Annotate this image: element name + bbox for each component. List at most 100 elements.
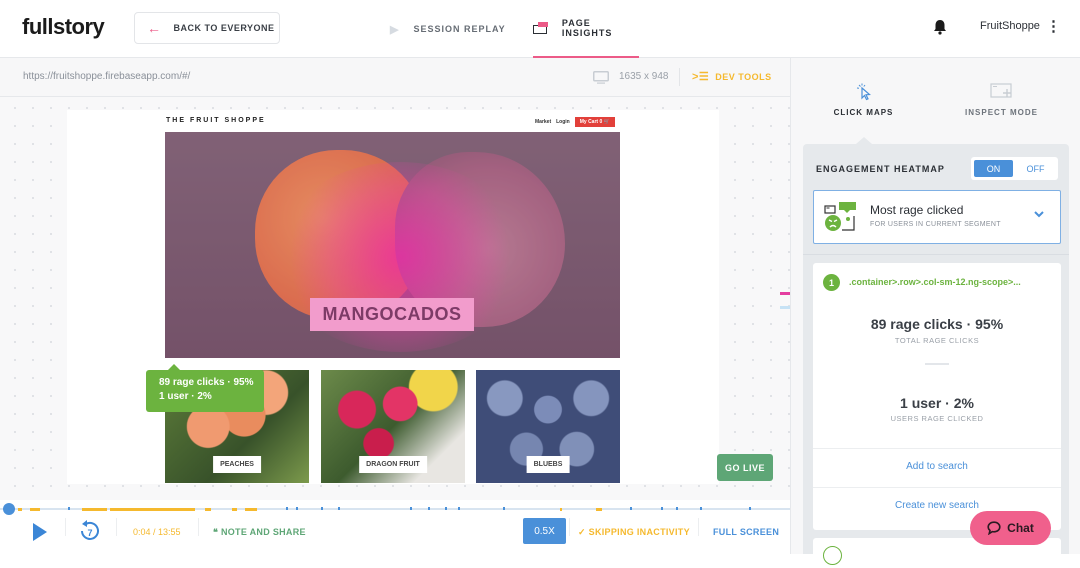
check-icon: ✓ [578, 527, 589, 537]
rage-clicks-label: TOTAL RAGE CLICKS [894, 336, 980, 345]
event-dot [338, 507, 340, 510]
play-icon: ▶ [390, 23, 400, 36]
event-dot [296, 507, 298, 510]
divider [198, 518, 199, 536]
heatmap-toggle[interactable]: ON OFF [971, 157, 1058, 180]
activity-segment [205, 507, 211, 511]
click-cursor-icon [856, 83, 871, 101]
tab-label: SESSION REPLAY [413, 24, 506, 34]
chat-bubble-icon [987, 521, 1001, 535]
divider [698, 518, 699, 536]
nav-login[interactable]: Login [556, 119, 570, 125]
users-stat: 1 user · 2% [900, 395, 974, 411]
bell-icon[interactable] [933, 19, 947, 35]
kebab-icon[interactable]: ⋮ [1046, 18, 1061, 36]
tile-label: DRAGON FRUIT [359, 456, 427, 473]
back-to-everyone-button[interactable]: ← BACK TO EVERYONE [134, 12, 280, 44]
playback-speed-button[interactable]: 0.5X [523, 518, 566, 544]
skip-inactivity-toggle[interactable]: ✓ SKIPPING INACTIVITY [578, 527, 690, 538]
monitor-icon [593, 71, 609, 84]
event-dot [676, 507, 678, 510]
metric-title: Most rage clicked [870, 203, 964, 217]
tab-session-replay[interactable]: ▶ SESSION REPLAY [390, 0, 506, 58]
mode-label: CLICK MAPS [833, 108, 894, 117]
hero-image[interactable]: MANGOCADOS [165, 132, 620, 358]
timeline-scrubber[interactable] [3, 503, 15, 515]
element-selector[interactable]: .container>.row>.col-sm-12.ng-scope>... [849, 277, 1021, 287]
create-new-search-link[interactable]: Create new search [813, 500, 1061, 511]
cart-icon: 🛒 [603, 119, 610, 125]
event-dot [428, 507, 430, 510]
tab-page-insights[interactable]: PAGE INSIGHTS [533, 0, 639, 58]
divider [569, 518, 570, 536]
insights-sidebar: CLICK MAPS INSPECT MODE ENGAGEMENT HEATM… [790, 58, 1080, 568]
divider [925, 363, 949, 365]
users-label: USERS RAGE CLICKED [890, 414, 984, 423]
activity-segment [232, 507, 237, 511]
result-card: 1 .container>.row>.col-sm-12.ng-scope>..… [813, 263, 1061, 530]
dev-tools-icon: >☰ [692, 71, 710, 83]
rage-click-tooltip: 89 rage clicks · 95% 1 user · 2% [146, 364, 264, 412]
skip-label: SKIPPING INACTIVITY [588, 527, 690, 537]
arrow-left-icon: ← [147, 20, 162, 36]
heatmap-title: ENGAGEMENT HEATMAP [816, 164, 945, 174]
scroll-marker-active [780, 292, 790, 295]
mode-click-maps[interactable]: CLICK MAPS [791, 58, 936, 144]
tile-label: PEACHES [213, 456, 261, 473]
product-tile-bluebs[interactable]: BLUEBS [476, 370, 620, 483]
go-live-button[interactable]: GO LIVE [717, 454, 773, 481]
rage-face-icon [824, 202, 856, 231]
dev-tools-label: DEV TOOLS [715, 72, 772, 82]
event-dot [661, 507, 663, 510]
replayed-page: THE FRUIT SHOPPE Market Login My Cart 0 … [67, 110, 719, 484]
account-name[interactable]: FruitShoppe [980, 20, 1040, 32]
cart-button[interactable]: My Cart 0 🛒 [574, 117, 615, 127]
full-screen-button[interactable]: FULL SCREEN [713, 527, 779, 537]
scroll-marker [780, 306, 790, 309]
url-bar: https://fruitshoppe.firebaseapp.com/#/ 1… [0, 58, 790, 97]
divider [116, 518, 117, 536]
play-button[interactable] [33, 523, 47, 541]
event-dot [700, 507, 702, 510]
event-dot [68, 507, 70, 510]
event-dot [410, 507, 412, 510]
hero-label: MANGOCADOS [310, 298, 474, 331]
metric-subtitle: FOR USERS IN CURRENT SEGMENT [870, 221, 1001, 228]
event-dot [630, 507, 632, 510]
rewind-7-icon[interactable]: 7 [78, 519, 102, 543]
site-nav: Market Login My Cart 0 🛒 [535, 117, 615, 127]
rank-badge: 1 [823, 274, 840, 291]
tooltip-line2: 1 user · 2% [159, 391, 212, 402]
event-dot [503, 507, 505, 510]
activity-segment [82, 507, 107, 511]
event-dot [321, 507, 323, 510]
divider [803, 254, 1069, 255]
chat-button[interactable]: Chat [970, 511, 1051, 545]
nav-market[interactable]: Market [535, 119, 551, 125]
tooltip-line1: 89 rage clicks · 95% [159, 377, 254, 388]
activity-segment [596, 507, 602, 511]
page-url: https://fruitshoppe.firebaseapp.com/#/ [23, 71, 191, 82]
tab-label: PAGE INSIGHTS [561, 18, 613, 38]
note-and-share-button[interactable]: ❝ NOTE AND SHARE [213, 527, 306, 538]
viewport-resolution: 1635 x 948 [619, 71, 669, 82]
event-dot [445, 507, 447, 510]
cart-label: My Cart 0 [579, 119, 603, 125]
back-label: BACK TO EVERYONE [173, 23, 275, 33]
toggle-off[interactable]: OFF [1016, 160, 1055, 177]
metric-select[interactable]: Most rage clicked FOR USERS IN CURRENT S… [813, 190, 1061, 244]
timeline-track[interactable] [0, 503, 790, 515]
dev-tools-button[interactable]: >☰ DEV TOOLS [692, 70, 772, 83]
rank-badge [823, 546, 842, 565]
rage-clicks-stat: 89 rage clicks · 95% [870, 316, 1004, 332]
divider [813, 448, 1061, 449]
add-to-search-link[interactable]: Add to search [813, 461, 1061, 472]
event-dot [286, 507, 288, 510]
fullstory-logo[interactable]: fullstory [22, 14, 105, 40]
event-dot [749, 507, 751, 510]
top-bar: fullstory ← BACK TO EVERYONE ▶ SESSION R… [0, 0, 1080, 58]
mode-label: INSPECT MODE [965, 108, 1038, 117]
product-tile-dragon-fruit[interactable]: DRAGON FRUIT [321, 370, 465, 483]
mode-inspect[interactable]: INSPECT MODE [929, 58, 1074, 144]
toggle-on[interactable]: ON [974, 160, 1013, 177]
